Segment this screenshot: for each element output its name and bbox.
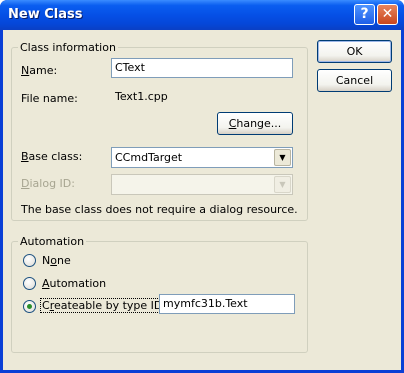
base-class-accel: B (21, 150, 29, 163)
radio-createable-label-pre: C (42, 299, 50, 312)
change-button[interactable]: Change... (217, 112, 293, 135)
radio-automation[interactable] (23, 277, 36, 290)
radio-automation-label-accel: A (42, 277, 50, 290)
type-id-input[interactable]: mymfc31b.Text (159, 294, 295, 314)
automation-legend: Automation (18, 235, 87, 248)
change-button-rest: hange... (236, 117, 282, 130)
radio-none-label-accel: o (50, 254, 57, 267)
file-name-value: Text1.cpp (115, 90, 168, 103)
name-label-accel: N (21, 64, 30, 77)
radio-automation-label[interactable]: Automation (42, 277, 106, 290)
chevron-down-icon: ▼ (274, 176, 291, 193)
radio-createable-label-post: eateable by type ID: (53, 299, 167, 312)
close-button[interactable]: ✕ (377, 4, 398, 25)
base-class-value: CCmdTarget (115, 151, 183, 164)
file-name-readonly: Text1.cpp (111, 87, 293, 107)
dialog-id-label: Dialog ID: (21, 177, 75, 190)
new-class-dialog: New Class ? ✕ Class information Name: CT… (0, 0, 404, 373)
dialog-id-combo: ▼ (111, 174, 293, 195)
base-class-combo[interactable]: CCmdTarget ▼ (111, 147, 293, 168)
base-class-note: The base class does not require a dialog… (21, 203, 298, 216)
name-input[interactable]: CText (111, 58, 293, 78)
ok-button[interactable]: OK (317, 40, 392, 63)
radio-createable[interactable] (23, 300, 36, 313)
chevron-down-icon[interactable]: ▼ (274, 149, 291, 166)
name-input-value: CText (115, 61, 145, 74)
question-mark-icon: ? (360, 6, 369, 22)
dialog-title: New Class (8, 7, 83, 22)
base-class-rest: ase class: (28, 150, 83, 163)
base-class-label: Base class: (21, 150, 82, 163)
name-label-rest: ame: (29, 64, 58, 77)
dialog-body: Class information Name: CText File name:… (3, 30, 401, 370)
radio-createable-label[interactable]: Createable by type ID: (40, 298, 169, 313)
radio-none-label[interactable]: None (42, 254, 71, 267)
radio-automation-label-post: utomation (49, 277, 107, 290)
cancel-button[interactable]: Cancel (317, 69, 392, 92)
title-bar[interactable]: New Class ? ✕ (0, 0, 404, 30)
name-label: Name: (21, 64, 57, 77)
radio-none-label-post: ne (56, 254, 71, 267)
help-button[interactable]: ? (354, 4, 375, 25)
file-name-label: File name: (21, 92, 78, 105)
dialog-id-rest: ialog ID: (29, 177, 75, 190)
radio-none[interactable] (23, 254, 36, 267)
type-id-value: mymfc31b.Text (163, 297, 248, 310)
class-information-legend: Class information (18, 41, 118, 54)
close-icon: ✕ (381, 6, 394, 22)
radio-none-label-pre: N (42, 254, 51, 267)
